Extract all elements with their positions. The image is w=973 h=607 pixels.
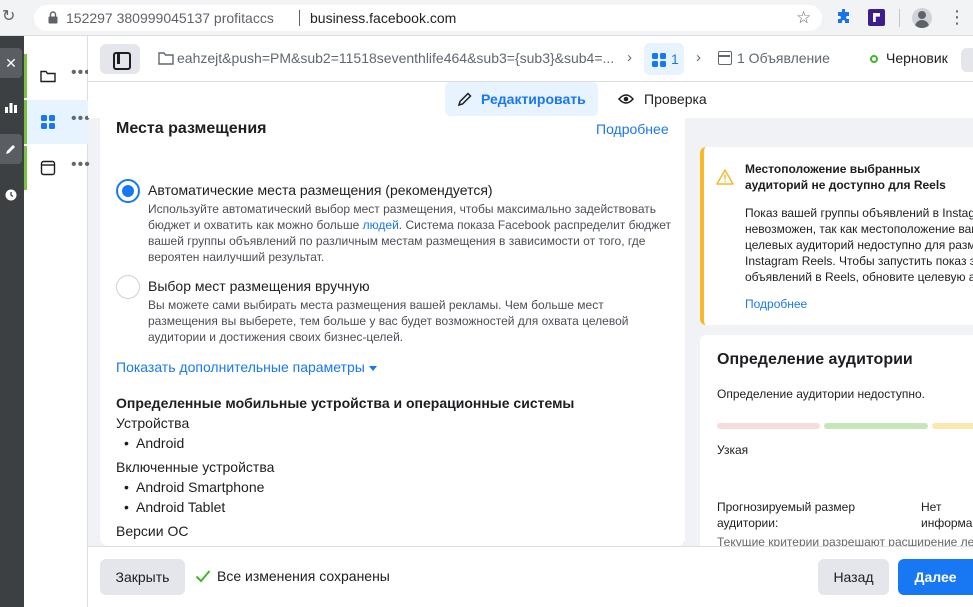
bar-chart-icon	[5, 103, 17, 113]
breadcrumb-adset[interactable]: 1	[644, 43, 684, 75]
reels-warning-card: Местоположение выбранных аудиторий не до…	[700, 147, 973, 325]
included-devices-label: Включенные устройства	[116, 459, 275, 475]
editor-footer: Закрыть Все изменения сохранены Назад Да…	[88, 546, 973, 607]
auto-placements-description: Используйте автоматический выбор мест ра…	[148, 201, 673, 265]
grid-icon	[41, 115, 55, 129]
clock-icon	[5, 189, 17, 201]
close-button[interactable]: Закрыть	[100, 559, 185, 595]
status-badge: Черновик	[886, 50, 948, 66]
browser-menu-icon[interactable]: ⋮	[948, 8, 966, 26]
gauge-segment-ok	[824, 423, 928, 429]
close-icon: ✕	[5, 54, 17, 71]
rail-history-button[interactable]	[0, 180, 22, 210]
estimated-audience-label: Прогнозируемый размер аудитории:	[717, 500, 856, 530]
breadcrumb-adset-count: 1	[671, 51, 679, 67]
gauge-segment-broad	[932, 423, 973, 429]
audience-title: Определение аудитории	[717, 351, 913, 368]
address-bar-separator	[299, 10, 300, 26]
browser-toolbar: ↻ 152297 380999045137 profitaccs busines…	[0, 0, 973, 36]
radio-auto-placements[interactable]	[116, 179, 140, 203]
warning-body: Показ вашей группы объявлений в Instag н…	[745, 206, 973, 284]
auto-placements-title[interactable]: Автоматические места размещения (рекомен…	[148, 182, 493, 198]
warning-title: Местоположение выбранных аудиторий не до…	[745, 162, 946, 192]
audience-scale-label: Узкая	[717, 443, 749, 457]
close-rail-button[interactable]: ✕	[0, 48, 22, 78]
profile-avatar-icon[interactable]	[912, 8, 932, 28]
learn-more-link[interactable]: Подробнее	[596, 121, 669, 137]
extension-icon[interactable]	[868, 9, 885, 26]
warning-icon	[716, 169, 734, 185]
reload-icon[interactable]: ↻	[2, 9, 18, 25]
editor-toolbar: eahzejt&push=PM&sub2=11518seventhlife464…	[88, 36, 973, 82]
pencil-icon	[457, 92, 472, 107]
tab-review[interactable]: Проверка	[608, 82, 728, 116]
list-item: Android Smartphone	[124, 479, 264, 495]
devices-label: Устройства	[116, 415, 190, 431]
estimated-audience-value: Нет информа	[921, 500, 973, 530]
radio-manual-placements[interactable]	[116, 275, 140, 299]
address-bar-profile: 152297 380999045137 profitaccs	[66, 10, 274, 26]
back-button[interactable]: Назад	[818, 559, 889, 595]
address-bar-url[interactable]: business.facebook.com	[310, 10, 456, 26]
chevron-right-icon: ›	[696, 49, 701, 66]
tab-edit[interactable]: Редактировать	[445, 82, 598, 116]
list-item: Android	[124, 435, 184, 451]
placements-section: Места размещения Подробнее Автоматически…	[100, 118, 685, 546]
save-status-text: Все изменения сохранены	[217, 568, 390, 584]
tree-item-adset[interactable]: •••	[24, 100, 90, 144]
eye-icon	[618, 94, 634, 104]
tree-item-ad[interactable]: •••	[24, 146, 91, 190]
toolbar-divider	[899, 9, 900, 27]
address-bar[interactable]: 152297 380999045137 profitaccs business.…	[34, 5, 822, 31]
section-title: Места размещения	[116, 120, 267, 137]
campaign-tree-panel: ••• ••• •••	[24, 36, 91, 607]
chevron-right-icon: ›	[627, 49, 632, 66]
show-advanced-options-link[interactable]: Показать дополнительные параметры	[116, 359, 377, 375]
breadcrumb-campaign[interactable]: eahzejt&push=PM&sub2=11518seventhlife464…	[177, 50, 617, 66]
ad-icon	[40, 160, 56, 176]
tab-edit-label: Редактировать	[481, 91, 586, 107]
breadcrumb-ad[interactable]: 1 Объявление	[737, 50, 830, 66]
toolbar-overflow-button[interactable]	[961, 48, 973, 72]
editor-tabs: Редактировать Проверка	[88, 82, 973, 118]
folder-icon	[40, 70, 56, 83]
audience-definition-card: Определение аудитории Определение аудито…	[700, 335, 973, 546]
rail-reports-button[interactable]	[0, 92, 22, 122]
gauge-segment-narrow	[717, 423, 820, 429]
more-options-icon[interactable]: •••	[71, 156, 91, 174]
checkmark-icon	[195, 570, 211, 583]
advanced-link-label: Показать дополнительные параметры	[116, 359, 365, 375]
list-item: Android Tablet	[124, 499, 225, 515]
warning-learn-more-link[interactable]: Подробнее	[745, 297, 807, 311]
ads-manager-left-rail: ✕	[0, 36, 24, 607]
pencil-icon	[6, 145, 15, 154]
os-versions-label: Версии ОС	[116, 523, 189, 539]
devices-section-title: Определенные мобильные устройства и опер…	[116, 395, 575, 411]
manual-placements-title[interactable]: Выбор мест размещения вручную	[148, 278, 370, 294]
extensions-puzzle-icon[interactable]	[836, 9, 852, 25]
tree-item-campaign[interactable]: •••	[24, 54, 90, 98]
sidebar-toggle-button[interactable]	[100, 44, 140, 74]
rail-edit-button[interactable]	[0, 134, 22, 164]
folder-icon	[158, 52, 174, 65]
caret-down-icon	[368, 365, 377, 371]
audience-criteria-text: Текущие критерии разрешают расширение ле	[717, 535, 973, 546]
people-link[interactable]: людей	[363, 218, 399, 232]
status-dot-icon	[870, 55, 878, 63]
manual-placements-description: Вы можете сами выбирать места размещения…	[148, 298, 629, 344]
tab-review-label: Проверка	[644, 91, 707, 107]
ad-icon	[718, 51, 732, 65]
grid-icon	[652, 53, 666, 67]
bookmark-star-icon[interactable]: ☆	[796, 8, 811, 28]
audience-subtitle: Определение аудитории недоступно.	[717, 387, 925, 401]
lock-icon	[48, 11, 58, 24]
next-button[interactable]: Далее	[898, 559, 973, 595]
